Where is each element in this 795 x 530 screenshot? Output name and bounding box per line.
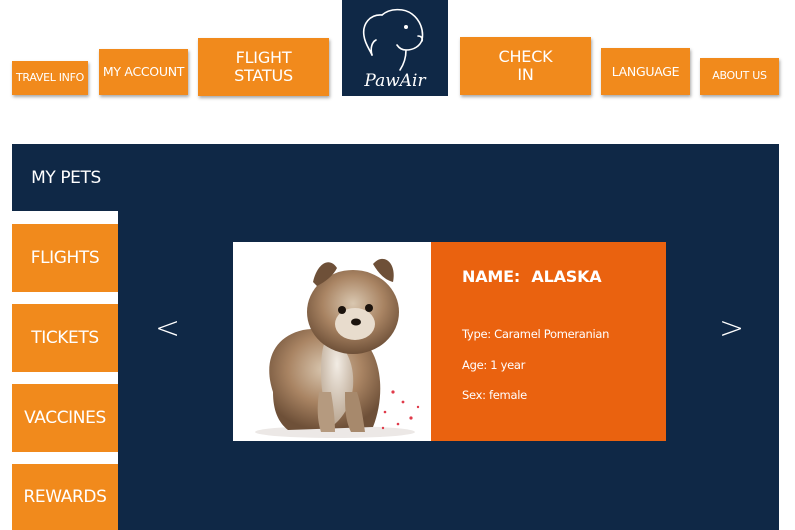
nav-travel-info-label: TRAVEL INFO <box>16 70 84 84</box>
pet-type-label: Type: <box>462 327 491 341</box>
pet-info-panel: NAME: ALASKA Type: Caramel Pomeranian Ag… <box>431 242 666 441</box>
pawair-logo[interactable]: PawAir <box>342 0 448 96</box>
pet-age-row: Age: 1 year <box>462 358 525 372</box>
nav-flight-status-button[interactable]: FLIGHT STATUS <box>198 38 329 96</box>
nav-check-in-label-1: CHECK <box>498 47 553 67</box>
pet-sex-value: female <box>489 388 527 402</box>
sidebar-item-label: VACCINES <box>24 408 106 428</box>
nav-about-us-label: ABOUT US <box>712 69 767 83</box>
sidebar-item-flights[interactable]: FLIGHTS <box>12 224 118 292</box>
sidebar-item-vaccines[interactable]: VACCINES <box>12 384 118 452</box>
pet-type-row: Type: Caramel Pomeranian <box>462 327 609 341</box>
nav-flight-status-label-1: FLIGHT <box>235 48 292 68</box>
nav-my-account-button[interactable]: MY ACCOUNT <box>99 49 188 95</box>
pet-type-value: Caramel Pomeranian <box>494 327 610 341</box>
dog-head-logo-icon: PawAir <box>362 8 426 91</box>
sidebar-item-rewards[interactable]: REWARDS <box>12 464 118 530</box>
nav-check-in-button[interactable]: CHECK IN <box>460 37 591 95</box>
pet-name-row: NAME: ALASKA <box>462 267 602 286</box>
nav-flight-status-label-2: STATUS <box>234 66 293 85</box>
carousel-prev-arrow-icon[interactable]: < <box>155 314 180 344</box>
pet-age-label: Age: <box>462 358 487 372</box>
nav-my-account-label: MY ACCOUNT <box>102 64 185 80</box>
nav-language-label: LANGUAGE <box>611 63 680 79</box>
pet-age-value: 1 year <box>490 358 526 372</box>
pet-name-value: ALASKA <box>531 267 602 286</box>
nav-language-button[interactable]: LANGUAGE <box>601 48 690 95</box>
sidebar-item-my-pets[interactable]: MY PETS <box>12 144 120 211</box>
logo-wordmark: PawAir <box>363 71 426 91</box>
sidebar-item-label: REWARDS <box>23 487 107 507</box>
pet-sex-label: Sex: <box>462 388 486 402</box>
sidebar-item-label: TICKETS <box>31 328 99 348</box>
pet-photo <box>233 242 431 441</box>
sidebar-item-label: FLIGHTS <box>30 248 100 268</box>
nav-about-us-button[interactable]: ABOUT US <box>700 58 779 95</box>
carousel-next-arrow-icon[interactable]: > <box>719 314 744 344</box>
sidebar-item-tickets[interactable]: TICKETS <box>12 304 118 372</box>
pet-sex-row: Sex: female <box>462 388 527 402</box>
pet-name-label: NAME: <box>462 267 521 286</box>
nav-travel-info-button[interactable]: TRAVEL INFO <box>12 61 88 95</box>
pomeranian-puppy-icon <box>255 258 420 438</box>
pet-card: NAME: ALASKA Type: Caramel Pomeranian Ag… <box>233 242 666 441</box>
sidebar-item-label: MY PETS <box>31 167 101 188</box>
nav-check-in-label-2: IN <box>517 65 534 84</box>
